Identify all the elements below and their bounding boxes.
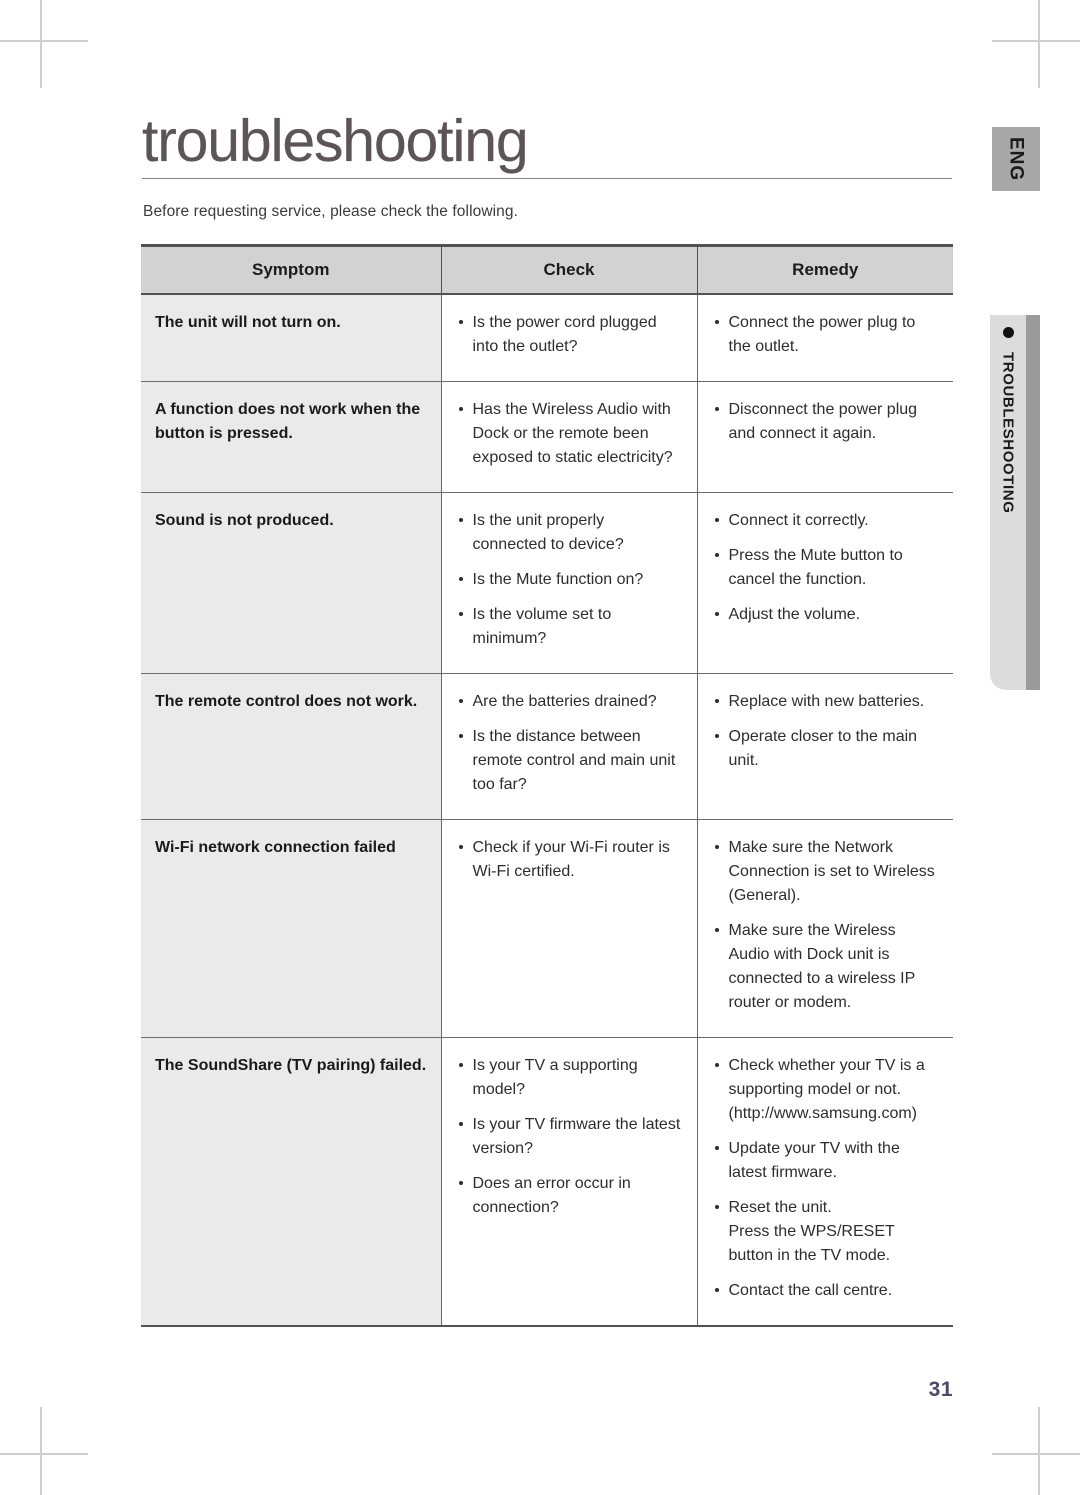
list-item: Has the Wireless Audio with Dock or the … — [458, 398, 681, 470]
table-row: The SoundShare (TV pairing) failed. Is yo… — [141, 1037, 953, 1327]
cell-symptom: The SoundShare (TV pairing) failed. — [141, 1037, 442, 1327]
remedy-list: Connect the power plug to the outlet. — [714, 311, 938, 359]
section-thumb-tab: TROUBLESHOOTING — [990, 315, 1040, 690]
title-rule — [142, 178, 952, 179]
remedy-list: Replace with new batteries. Operate close… — [714, 690, 938, 773]
list-item: Make sure the Wireless Audio with Dock u… — [714, 919, 938, 1015]
cell-remedy: Make sure the Network Connection is set … — [696, 819, 953, 1038]
cell-check: Is the power cord plugged into the outle… — [440, 294, 698, 382]
list-item: Adjust the volume. — [714, 603, 938, 627]
manual-page: ENG TROUBLESHOOTING troubleshooting Befo… — [0, 0, 1080, 1495]
list-item: Is the distance between remote control a… — [458, 725, 681, 797]
cell-check: Is the unit properly connected to device… — [440, 492, 698, 674]
crop-mark-top-left-horizontal — [0, 40, 88, 42]
cell-symptom: The remote control does not work. — [141, 673, 442, 820]
filled-circle-icon — [1002, 327, 1014, 338]
crop-mark-bottom-left-horizontal — [0, 1453, 88, 1455]
list-item: Are the batteries drained? — [458, 690, 681, 714]
check-list: Are the batteries drained? Is the distanc… — [458, 690, 681, 797]
table-row: A function does not work when the button… — [141, 381, 953, 493]
troubleshooting-table: Symptom Check Remedy The unit will not t… — [141, 244, 953, 1327]
list-item: Reset the unit. Press the WPS/RESET butto… — [714, 1196, 938, 1268]
cell-remedy: Connect the power plug to the outlet. — [696, 294, 953, 382]
remedy-list: Connect it correctly. Press the Mute butt… — [714, 509, 938, 627]
cell-symptom: The unit will not turn on. — [141, 294, 442, 382]
list-item: Update your TV with the latest firmware. — [714, 1137, 938, 1185]
table-body: The unit will not turn on. Is the power c… — [141, 294, 953, 1327]
section-tab-label: TROUBLESHOOTING — [999, 352, 1017, 514]
cell-check: Has the Wireless Audio with Dock or the … — [440, 381, 698, 493]
table-row: Wi-Fi network connection failed Check if … — [141, 819, 953, 1038]
table-head: Symptom Check Remedy — [141, 244, 953, 295]
page-title: troubleshooting — [142, 108, 529, 174]
table-header-row: Symptom Check Remedy — [141, 244, 953, 295]
intro-text: Before requesting service, please check … — [143, 203, 519, 220]
list-item: Check if your Wi-Fi router is Wi-Fi cert… — [458, 836, 681, 884]
list-item: Make sure the Network Connection is set … — [714, 836, 938, 908]
cell-remedy: Replace with new batteries. Operate close… — [696, 673, 953, 820]
list-item: Is your TV a supporting model? — [458, 1054, 681, 1102]
list-item: Is the power cord plugged into the outle… — [458, 311, 681, 359]
crop-mark-bottom-right-horizontal — [992, 1453, 1080, 1455]
remedy-list: Make sure the Network Connection is set … — [714, 836, 938, 1015]
table-row: The unit will not turn on. Is the power c… — [141, 294, 953, 382]
crop-mark-bottom-right-vertical — [1038, 1407, 1040, 1495]
column-header-remedy: Remedy — [696, 244, 953, 295]
list-item: Is the unit properly connected to device… — [458, 509, 681, 557]
crop-mark-bottom-left-vertical — [40, 1407, 42, 1495]
crop-mark-top-right-vertical — [1038, 0, 1040, 88]
page-title-block: troubleshooting — [142, 111, 952, 182]
list-item: Connect the power plug to the outlet. — [714, 311, 938, 359]
column-header-symptom: Symptom — [141, 244, 442, 295]
check-list: Is the unit properly connected to device… — [458, 509, 681, 651]
list-item: Is your TV firmware the latest version? — [458, 1113, 681, 1161]
remedy-list: Check whether your TV is a supporting mo… — [714, 1054, 938, 1303]
cell-check: Check if your Wi-Fi router is Wi-Fi cert… — [440, 819, 698, 1038]
list-item: Check whether your TV is a supporting mo… — [714, 1054, 938, 1126]
cell-remedy: Disconnect the power plug and connect it… — [696, 381, 953, 493]
list-item: Press the Mute button to cancel the func… — [714, 544, 938, 592]
list-item: Does an error occur in connection? — [458, 1172, 681, 1220]
cell-remedy: Check whether your TV is a supporting mo… — [696, 1037, 953, 1327]
list-item: Connect it correctly. — [714, 509, 938, 533]
section-tab-face: TROUBLESHOOTING — [990, 315, 1026, 690]
check-list: Has the Wireless Audio with Dock or the … — [458, 398, 681, 470]
crop-mark-top-right-horizontal — [992, 40, 1080, 42]
list-item: Replace with new batteries. — [714, 690, 938, 714]
list-item: Contact the call centre. — [714, 1279, 938, 1303]
cell-check: Are the batteries drained? Is the distanc… — [440, 673, 698, 820]
column-header-check: Check — [440, 244, 698, 295]
crop-mark-top-left-vertical — [40, 0, 42, 88]
list-item: Operate closer to the main unit. — [714, 725, 938, 773]
language-badge-label: ENG — [1005, 136, 1027, 182]
cell-remedy: Connect it correctly. Press the Mute butt… — [696, 492, 953, 674]
list-item: Disconnect the power plug and connect it… — [714, 398, 938, 446]
remedy-list: Disconnect the power plug and connect it… — [714, 398, 938, 446]
language-badge: ENG — [992, 127, 1040, 191]
cell-symptom: Wi-Fi network connection failed — [141, 819, 442, 1038]
cell-symptom: A function does not work when the button… — [141, 381, 442, 493]
check-list: Is your TV a supporting model? Is your TV… — [458, 1054, 681, 1220]
list-item: Is the Mute function on? — [458, 568, 681, 592]
check-list: Is the power cord plugged into the outle… — [458, 311, 681, 359]
table-row: Sound is not produced. Is the unit proper… — [141, 492, 953, 674]
list-item: Is the volume set to minimum? — [458, 603, 681, 651]
cell-symptom: Sound is not produced. — [141, 492, 442, 674]
check-list: Check if your Wi-Fi router is Wi-Fi cert… — [458, 836, 681, 884]
list-item-continuation: Press the WPS/RESET button in the TV mod… — [728, 1223, 895, 1264]
page-number: 31 — [928, 1378, 953, 1401]
cell-check: Is your TV a supporting model? Is your TV… — [440, 1037, 698, 1327]
table-row: The remote control does not work. Are the… — [141, 673, 953, 820]
